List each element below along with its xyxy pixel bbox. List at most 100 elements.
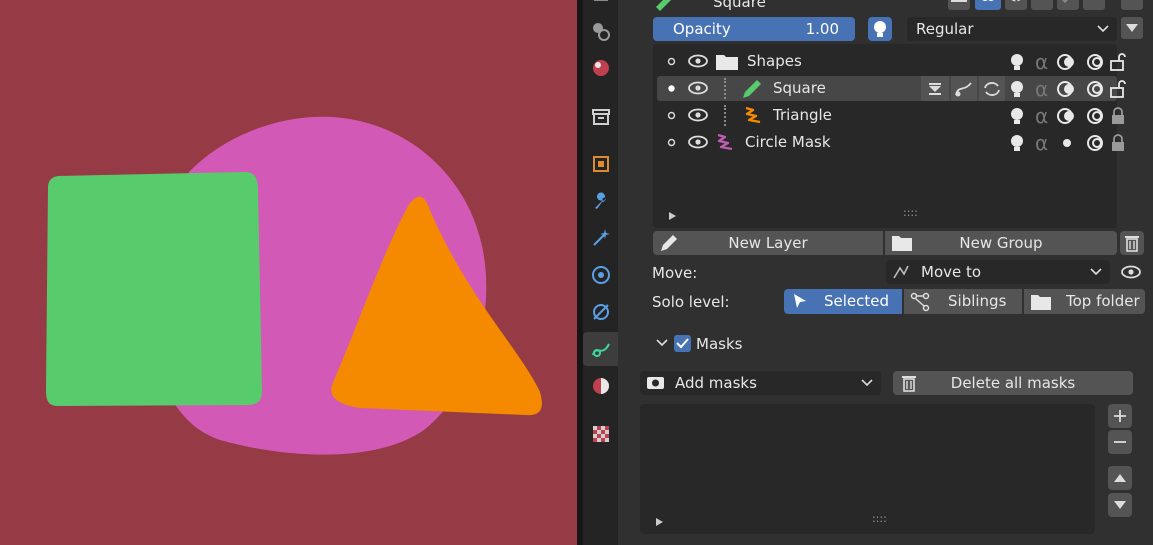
eye-icon[interactable] [688, 81, 708, 95]
mask-toggle-icon[interactable] [1085, 133, 1105, 153]
tab-texture[interactable] [583, 417, 618, 451]
radio-dot-filled-icon[interactable] [667, 84, 676, 93]
eye-icon[interactable] [688, 135, 708, 149]
triangle-up-icon [1121, 0, 1143, 10]
solo-top-folder-button[interactable]: Top folder [1024, 289, 1145, 314]
collapse-chevron-icon[interactable] [656, 338, 668, 348]
layer-move-down-button[interactable] [1121, 17, 1143, 39]
layer-row-circle-mask[interactable]: Circle Mask α [657, 130, 1124, 155]
opacity-slider[interactable]: Opacity 1.00 [653, 17, 855, 41]
tab-modifiers[interactable] [583, 184, 618, 218]
folder-icon [716, 55, 738, 70]
radio-dot-icon[interactable] [667, 57, 676, 66]
lightbulb-icon[interactable] [1008, 106, 1026, 126]
radio-dot-icon[interactable] [667, 111, 676, 120]
onion-skin-icon[interactable] [1057, 79, 1077, 99]
mask-toggle-icon[interactable] [1085, 52, 1105, 72]
alpha-icon[interactable]: α [1035, 131, 1048, 155]
tab-object[interactable] [583, 147, 618, 181]
tab-physics[interactable] [583, 258, 618, 292]
eye-icon[interactable] [1121, 265, 1141, 279]
dot-icon[interactable] [1062, 138, 1072, 148]
display-toggle-button[interactable] [948, 0, 970, 10]
add-mask-button[interactable] [1108, 404, 1132, 428]
drawing-canvas [46, 116, 542, 455]
expand-arrow-icon[interactable] [654, 517, 664, 527]
pencil-button[interactable] [1057, 0, 1079, 10]
list-resize-grip[interactable]: :::: [872, 512, 887, 525]
mask-toggle-icon[interactable] [1085, 79, 1105, 99]
new-group-button[interactable]: New Group [885, 231, 1117, 255]
tab-material[interactable] [583, 369, 618, 403]
alpha-icon[interactable]: α [1035, 77, 1048, 101]
mask-move-up-button[interactable] [1108, 466, 1132, 490]
eye-icon[interactable] [688, 54, 708, 68]
lightbulb-icon[interactable] [1008, 133, 1026, 153]
alpha-icon[interactable]: α [1035, 50, 1048, 74]
copy-icon [1031, 0, 1053, 10]
delete-all-masks-button[interactable]: Delete all masks [893, 371, 1133, 395]
unlock-icon[interactable] [1109, 80, 1129, 98]
triangle-down-icon [1126, 24, 1138, 32]
onion-skin-icon[interactable] [1057, 52, 1077, 72]
path-tool-button[interactable] [951, 76, 977, 101]
mask-list[interactable]: :::: [640, 404, 1095, 534]
new-layer-button[interactable]: New Layer [653, 231, 883, 255]
physics-icon [591, 266, 610, 284]
mask-move-down-button[interactable] [1108, 493, 1132, 517]
solo-option-label: Top folder [1066, 292, 1140, 310]
alpha-icon[interactable]: α [1035, 104, 1048, 128]
active-layer-name: Square [713, 0, 766, 11]
use-lights-toggle[interactable] [868, 17, 892, 41]
tab-data-active[interactable] [583, 332, 618, 366]
lock-icon[interactable] [1109, 134, 1127, 152]
add-masks-dropdown[interactable]: Add masks [640, 371, 881, 395]
delete-layer-button[interactable] [1120, 231, 1144, 255]
layer-move-up-button[interactable] [1121, 0, 1143, 10]
merge-down-button[interactable] [921, 76, 949, 101]
solo-selected-button[interactable]: Selected [784, 289, 902, 314]
mask-toggle-icon[interactable] [1085, 106, 1105, 126]
layer-tree-list[interactable]: Shapes α Square α Triangle α Circle Mask… [653, 44, 1126, 228]
unlock-icon[interactable] [1109, 53, 1129, 71]
layer-row-triangle[interactable]: Triangle α [657, 103, 1124, 128]
pencil-icon [661, 235, 677, 251]
onion-skin-icon[interactable] [1057, 106, 1077, 126]
remove-mask-button[interactable] [1108, 430, 1132, 454]
radio-dot-icon[interactable] [667, 138, 676, 147]
solo-level-label: Solo level: [652, 293, 730, 311]
tab-constraints[interactable] [583, 295, 618, 329]
folder-icon [892, 236, 912, 251]
list-resize-grip[interactable]: :::: [903, 206, 918, 219]
masks-enable-checkbox[interactable] [674, 335, 691, 352]
lightbulb-icon[interactable] [1008, 79, 1026, 99]
world-icon [592, 60, 609, 76]
sync-button[interactable] [979, 76, 1005, 101]
blend-mode-dropdown[interactable]: Regular [907, 17, 1117, 41]
settings-button[interactable] [1005, 0, 1027, 10]
tab-top-partial[interactable] [583, 0, 618, 10]
eye-icon[interactable] [688, 108, 708, 122]
opacity-value: 1.00 [805, 20, 839, 38]
trash-icon [902, 376, 916, 392]
tab-effects[interactable] [583, 221, 618, 255]
move-to-dropdown[interactable]: Move to [886, 260, 1110, 284]
monitor-icon [951, 0, 967, 2]
header-dropdown-button[interactable] [1083, 0, 1105, 10]
new-group-label: New Group [959, 234, 1043, 252]
tab-world[interactable] [583, 51, 618, 85]
layer-row-shapes[interactable]: Shapes α [657, 49, 1126, 74]
solo-siblings-button[interactable]: Siblings [904, 289, 1022, 314]
layer-row-square[interactable]: Square α [657, 76, 1126, 101]
lock-icon[interactable] [1109, 107, 1127, 125]
copy-button[interactable] [1031, 0, 1053, 10]
expand-arrow-icon[interactable] [667, 211, 677, 221]
refresh-icon [984, 81, 1000, 96]
material-icon [592, 378, 609, 394]
lightbulb-icon[interactable] [1008, 52, 1026, 72]
gear-icon [1011, 0, 1021, 2]
tab-collection[interactable] [583, 100, 618, 134]
link-toggle-button[interactable] [975, 0, 1001, 10]
viewport-canvas[interactable] [0, 0, 577, 545]
tab-render-icon[interactable] [583, 14, 618, 48]
